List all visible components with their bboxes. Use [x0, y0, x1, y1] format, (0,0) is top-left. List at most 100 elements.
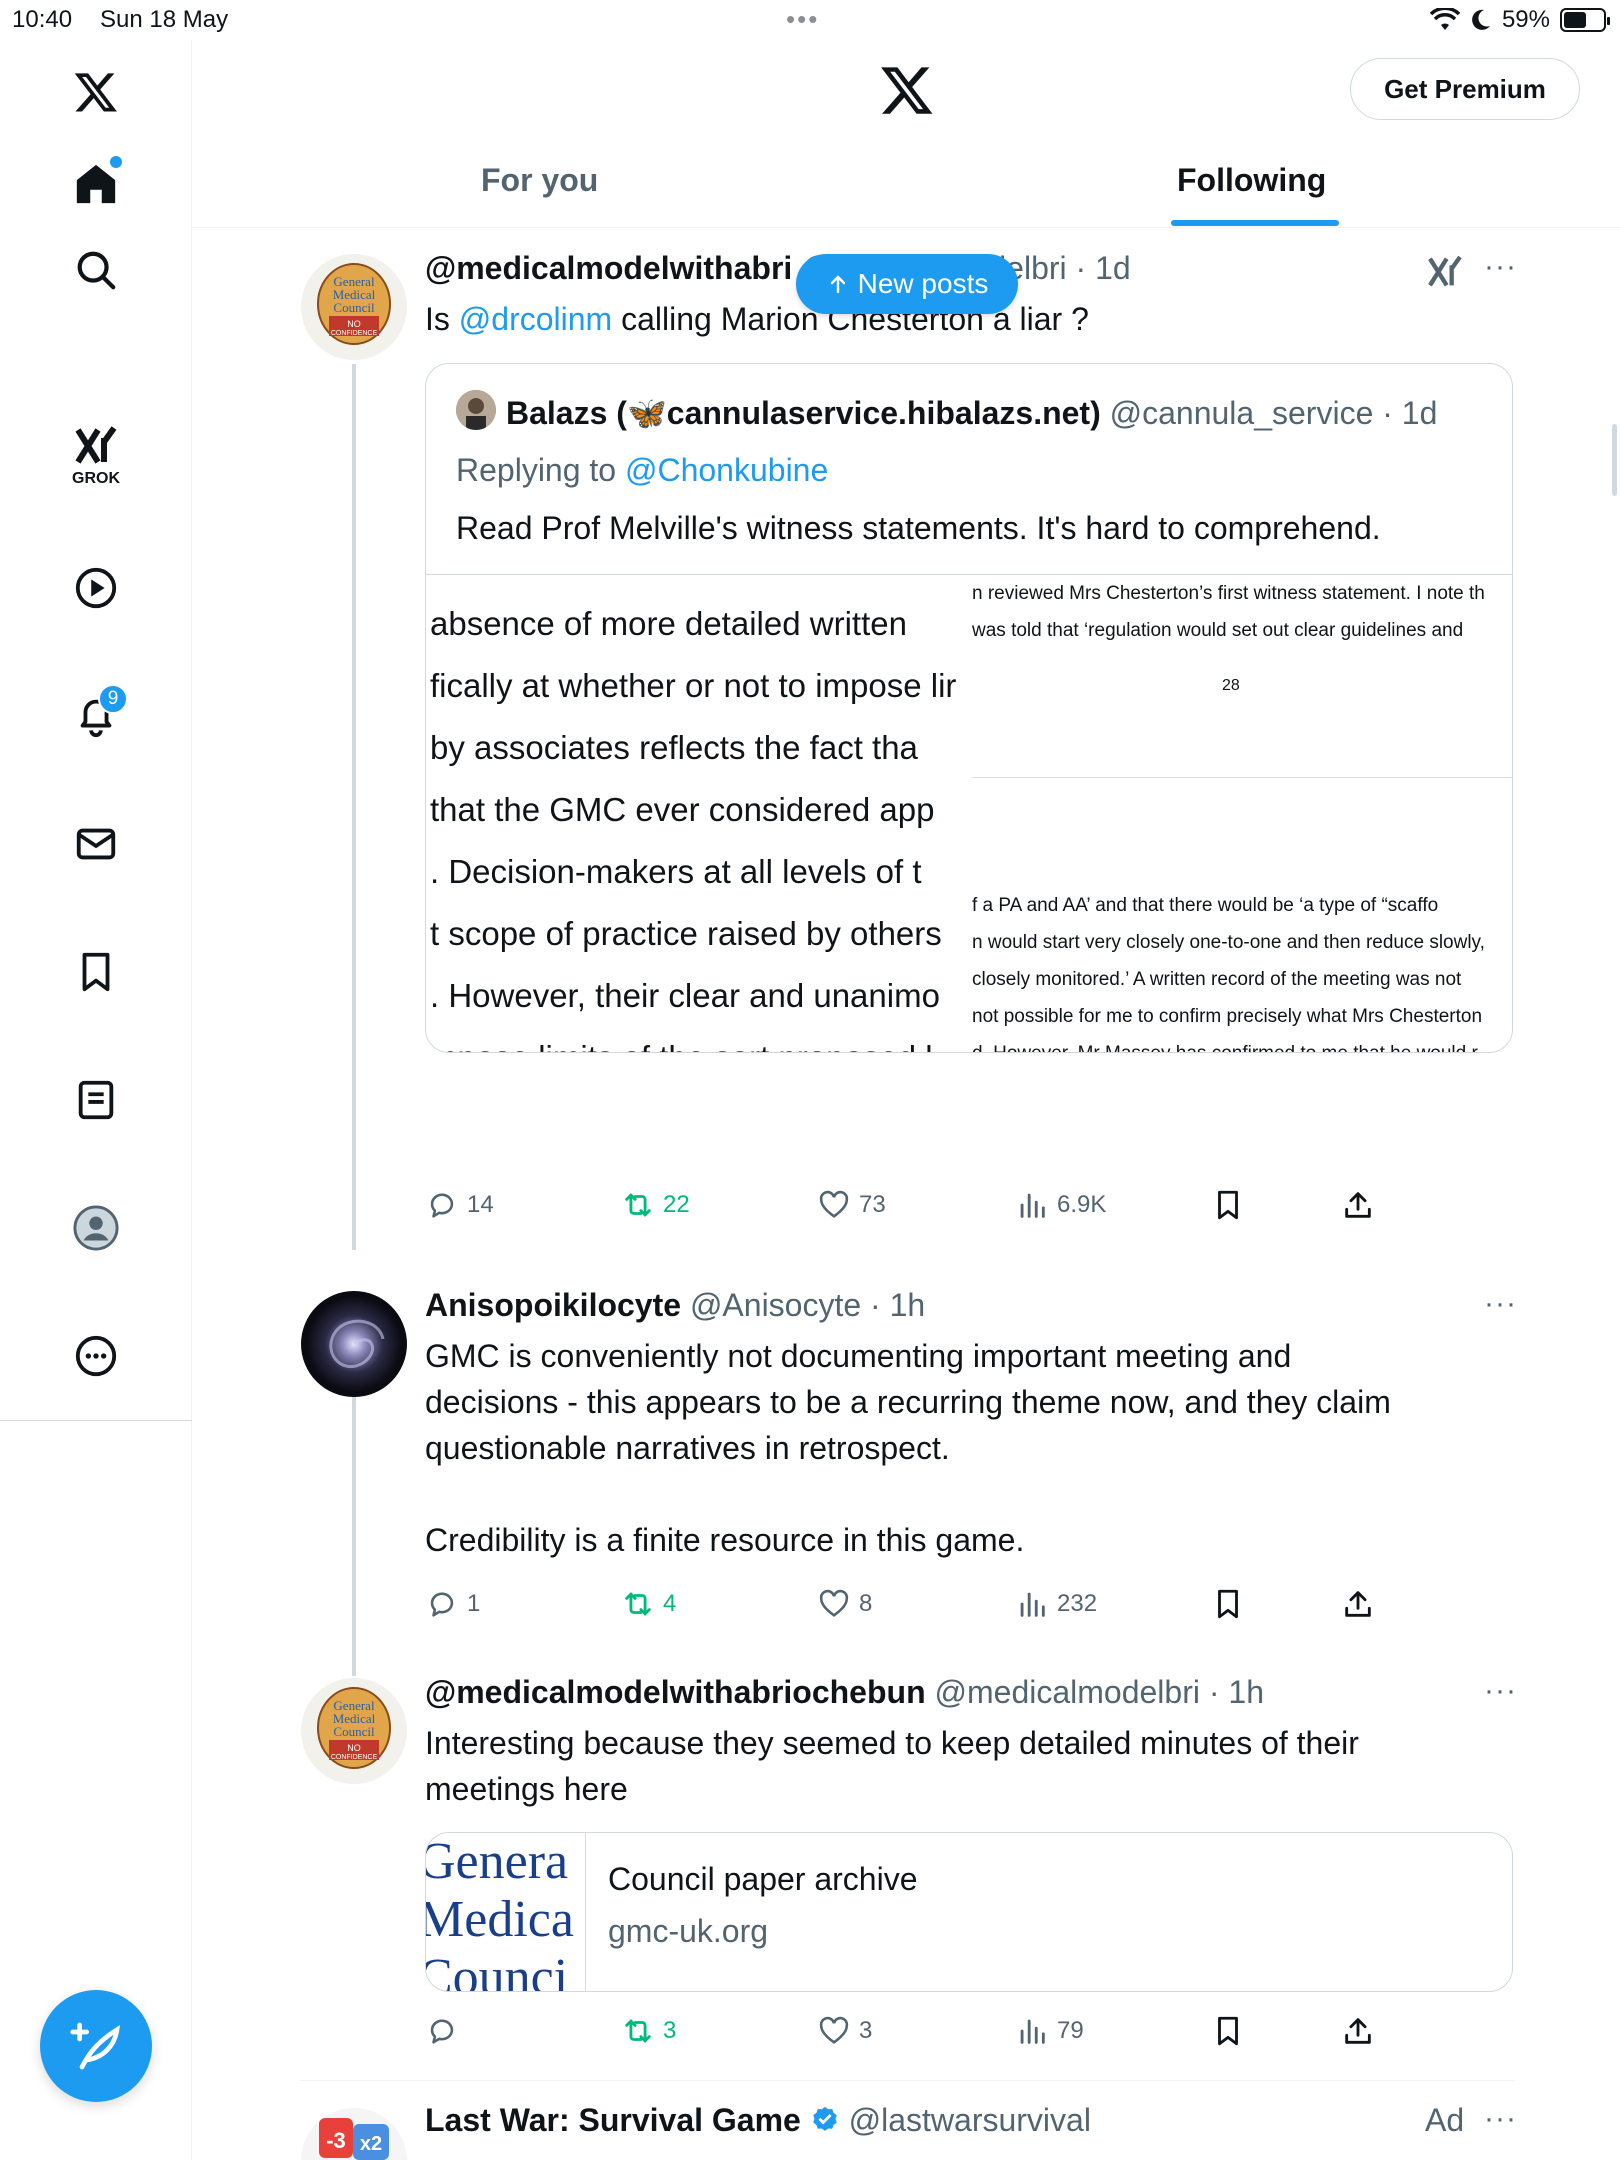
avatar[interactable]: General Medical Council NO CONFIDENCE: [301, 1678, 407, 1784]
post[interactable]: -3 x2 Last War: Survival Game @lastwarsu…: [193, 2100, 1620, 2160]
status-bar: 10:40 Sun 18 May ••• 59%: [0, 0, 1620, 40]
sidebar-item-notifications[interactable]: 9: [66, 684, 128, 746]
like-button[interactable]: 8: [817, 1587, 872, 1621]
document-excerpt-top: n reviewed Mrs Chesterton’s first witnes…: [972, 575, 1485, 649]
avatar[interactable]: -3 x2: [301, 2108, 407, 2160]
separator-dot: ·: [861, 1287, 890, 1323]
views-button[interactable]: 232: [1015, 1587, 1097, 1621]
ad-label: Ad: [1425, 2102, 1465, 2138]
sidebar-item-explore[interactable]: [66, 240, 126, 300]
x-logo-icon[interactable]: [66, 62, 126, 122]
reply-button[interactable]: 1: [425, 1587, 480, 1621]
like-button[interactable]: 73: [817, 1188, 886, 1222]
views-button[interactable]: 6.9K: [1015, 1188, 1106, 1222]
author-handle[interactable]: @Anisocyte: [690, 1287, 861, 1323]
avatar[interactable]: General Medical Council NO CONFIDENCE: [301, 254, 407, 360]
post-header: Anisopoikilocyte @Anisocyte · 1h: [425, 1287, 925, 1324]
document-excerpt-right: n reviewed Mrs Chesterton’s first witnes…: [972, 575, 1512, 1052]
bookmark-icon: [1218, 1589, 1238, 1619]
author-handle[interactable]: @medicalmodelbri: [935, 1674, 1200, 1710]
tab-following[interactable]: Following: [1177, 162, 1326, 199]
bookmark-icon: [1218, 2016, 1238, 2046]
views-chart-icon: [1020, 1193, 1045, 1218]
document-line: was told that ‘regulation would set out …: [972, 620, 1464, 641]
avatar[interactable]: [301, 1291, 407, 1397]
post[interactable]: Anisopoikilocyte @Anisocyte · 1h ··· GMC…: [193, 1285, 1620, 1625]
document-line: that the GMC ever considered app: [430, 791, 935, 828]
active-tab-indicator: [1171, 220, 1339, 226]
post-time[interactable]: 1d: [1095, 250, 1131, 286]
post[interactable]: General Medical Council NO CONFIDENCE @m…: [193, 248, 1620, 1238]
get-premium-button[interactable]: Get Premium: [1350, 58, 1580, 120]
post-text-line: GMC is conveniently not documenting impo…: [425, 1338, 1292, 1374]
svg-text:x2: x2: [360, 2133, 382, 2155]
tab-for-you[interactable]: For you: [481, 162, 598, 199]
post[interactable]: General Medical Council NO CONFIDENCE @m…: [193, 1672, 1620, 2052]
post-header: @medicalmodelwithabri @medicalmodelbri ·…: [425, 250, 1131, 287]
post-actions: 1 4 8 232: [425, 1587, 1425, 1627]
replying-to-link[interactable]: @Chonkubine: [625, 452, 828, 488]
author-name[interactable]: Anisopoikilocyte: [425, 1287, 681, 1323]
share-button[interactable]: [1341, 1188, 1375, 1222]
more-icon[interactable]: ···: [1484, 1287, 1517, 1321]
home-unread-dot: [110, 156, 122, 168]
share-button[interactable]: [1341, 1587, 1375, 1621]
repost-button[interactable]: 3: [621, 2014, 676, 2048]
more-icon[interactable]: ···: [1484, 250, 1517, 284]
reply-icon: [430, 1592, 454, 1617]
quoted-post[interactable]: Balazs (🦋cannulaservice.hibalazs.net) @c…: [425, 363, 1513, 1053]
sidebar-item-grok[interactable]: GROK: [66, 422, 126, 502]
new-posts-label: New posts: [857, 268, 989, 299]
post-text-line: meetings here: [425, 1771, 628, 1807]
author-name[interactable]: @medicalmodelwithabri: [425, 250, 792, 286]
battery-icon: [1560, 8, 1610, 32]
more-icon[interactable]: ···: [1484, 2102, 1517, 2136]
home-icon: [76, 164, 116, 204]
reply-button[interactable]: [425, 2014, 467, 2048]
quote-author-handle: @cannula_service: [1109, 395, 1374, 431]
share-button[interactable]: [1341, 2014, 1375, 2048]
like-count: 3: [859, 2017, 873, 2044]
link-card[interactable]: Genera Medica Counci Council paper archi…: [425, 1832, 1513, 1992]
more-circle-icon: [75, 1335, 117, 1377]
more-icon[interactable]: ···: [1484, 1674, 1517, 1708]
bookmark-button[interactable]: [1211, 1188, 1245, 1222]
post-time[interactable]: 1h: [1228, 1674, 1264, 1710]
views-count: 232: [1057, 1590, 1098, 1617]
search-icon: [77, 251, 116, 290]
repost-button[interactable]: 22: [621, 1188, 690, 1222]
mention-link[interactable]: @drcolinm: [459, 301, 612, 337]
sidebar-item-messages[interactable]: [66, 814, 126, 874]
sidebar-item-more[interactable]: [66, 1326, 126, 1386]
sidebar-item-home[interactable]: [66, 154, 126, 214]
document-excerpt-bottom: f a PA and AA’ and that there would be ‘…: [972, 887, 1493, 1052]
like-count: 73: [859, 1191, 886, 1218]
repost-button[interactable]: 4: [621, 1587, 676, 1621]
sidebar-item-lists[interactable]: [66, 1070, 126, 1130]
bookmark-button[interactable]: [1211, 1587, 1245, 1621]
quote-image[interactable]: absence of more detailed written fically …: [426, 574, 1512, 1052]
author-handle[interactable]: @lastwarsurvival: [849, 2102, 1091, 2138]
like-button[interactable]: 3: [817, 2014, 872, 2048]
reply-button[interactable]: 14: [425, 1188, 494, 1222]
share-icon: [1345, 1591, 1371, 1617]
multitask-dots[interactable]: •••: [786, 4, 819, 35]
views-count: 79: [1057, 2017, 1084, 2044]
like-count: 8: [859, 1590, 873, 1617]
grok-post-icon[interactable]: [1425, 252, 1465, 297]
compose-post-button[interactable]: [40, 1990, 152, 2102]
sidebar-item-profile[interactable]: [66, 1198, 126, 1258]
new-posts-button[interactable]: New posts: [796, 254, 1018, 314]
author-name[interactable]: Last War: Survival Game: [425, 2102, 801, 2138]
reply-icon: [430, 2019, 454, 2044]
views-chart-icon: [1020, 1592, 1045, 1617]
post-text-line: questionable narratives in retrospect.: [425, 1430, 950, 1466]
sidebar-item-video[interactable]: [66, 558, 126, 618]
bookmark-icon: [1218, 1190, 1238, 1220]
views-button[interactable]: 79: [1015, 2014, 1084, 2048]
grok-label: GROK: [72, 470, 120, 487]
sidebar-item-bookmarks[interactable]: [66, 942, 126, 1002]
bookmark-button[interactable]: [1211, 2014, 1245, 2048]
post-time[interactable]: 1h: [890, 1287, 926, 1323]
author-name[interactable]: @medicalmodelwithabriochebun: [425, 1674, 926, 1710]
